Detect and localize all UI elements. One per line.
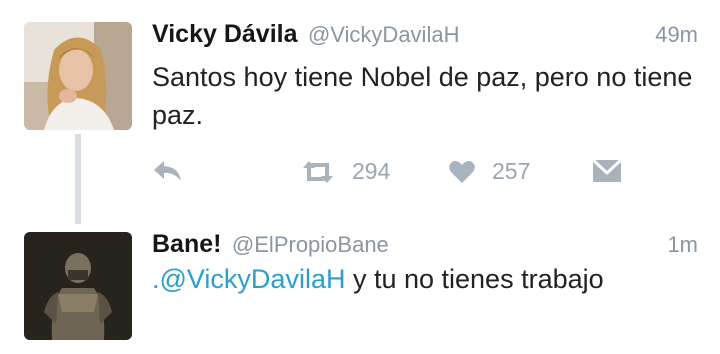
tweet[interactable]: Bane! @ElPropioBane 1m .@VickyDavilaH y … bbox=[0, 222, 720, 354]
action-bar: 294 257 bbox=[152, 152, 700, 192]
retweet-button[interactable]: 294 bbox=[300, 158, 390, 185]
avatar[interactable] bbox=[24, 22, 132, 130]
tweet-header: Vicky Dávila @VickyDavilaH 49m bbox=[152, 20, 698, 50]
envelope-icon bbox=[592, 158, 622, 184]
thread-line bbox=[75, 134, 81, 224]
tweet-header: Bane! @ElPropioBane 1m bbox=[152, 230, 698, 260]
tweet-text-rest: y tu no tienes trabajo bbox=[345, 264, 604, 294]
tweet-text: .@VickyDavilaH y tu no tienes trabajo bbox=[152, 260, 700, 298]
timestamp[interactable]: 49m bbox=[655, 22, 698, 48]
retweet-count: 294 bbox=[352, 158, 391, 184]
reply-icon bbox=[152, 158, 184, 184]
direct-message-button[interactable] bbox=[592, 158, 622, 184]
retweet-icon bbox=[300, 159, 336, 185]
like-count: 257 bbox=[492, 158, 531, 184]
tweet-text: Santos hoy tiene Nobel de paz, pero no t… bbox=[152, 62, 693, 130]
display-name[interactable]: Bane! bbox=[152, 230, 221, 258]
like-button[interactable]: 257 bbox=[448, 158, 530, 185]
user-handle[interactable]: @ElPropioBane bbox=[232, 232, 389, 257]
heart-icon bbox=[448, 159, 476, 185]
display-name[interactable]: Vicky Dávila bbox=[152, 20, 297, 48]
avatar[interactable] bbox=[24, 232, 132, 340]
timestamp[interactable]: 1m bbox=[667, 232, 698, 258]
user-handle[interactable]: @VickyDavilaH bbox=[308, 22, 460, 47]
mention-link[interactable]: .@VickyDavilaH bbox=[152, 264, 345, 294]
tweet[interactable]: Vicky Dávila @VickyDavilaH 49m Santos ho… bbox=[0, 0, 720, 224]
reply-button[interactable] bbox=[152, 158, 184, 184]
